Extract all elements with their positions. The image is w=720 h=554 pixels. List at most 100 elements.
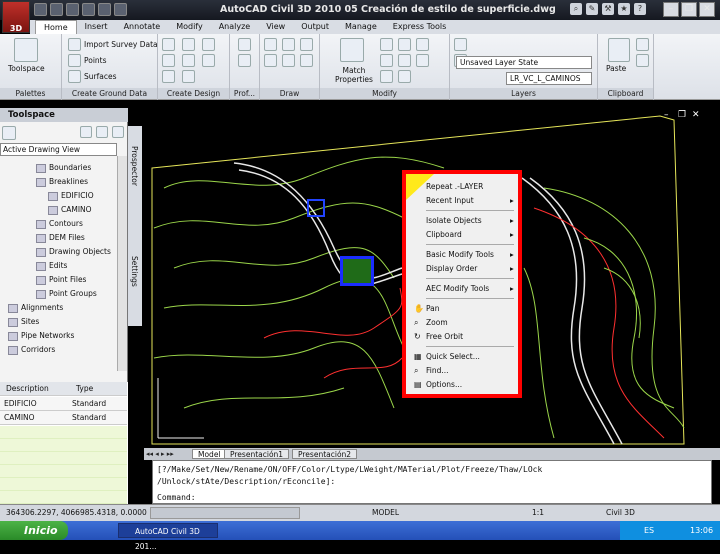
viewport-minimize-icon[interactable]: – [664, 110, 669, 120]
toolspace-option3-icon[interactable] [112, 126, 124, 138]
table-row[interactable]: CAMINO Standard [0, 411, 127, 425]
profile-view-icon[interactable] [238, 38, 251, 51]
tab-prospector[interactable]: Prospector [130, 146, 139, 186]
redo-icon[interactable] [114, 3, 127, 16]
menu-item-isolate-objects[interactable]: Isolate Objects ▸ [426, 216, 514, 225]
undo-icon[interactable] [98, 3, 111, 16]
import-survey-button[interactable]: Import Survey Data [84, 40, 158, 49]
layer-dropdown[interactable]: LR_VC_L_CAMINOS [506, 72, 592, 85]
tools-icon[interactable]: ✎ [586, 3, 598, 15]
menu-item-find[interactable]: Find... [426, 366, 449, 375]
tab-presentacion2[interactable]: Presentación2 [292, 449, 358, 459]
view-selector[interactable]: Active Drawing View [0, 143, 117, 156]
layer-state-dropdown[interactable]: Unsaved Layer State [456, 56, 592, 69]
pipe-icon[interactable] [202, 54, 215, 67]
intersection-icon[interactable] [162, 70, 175, 83]
points-button[interactable]: Points [84, 56, 107, 65]
tree-item-point-files[interactable]: Point Files [36, 275, 86, 285]
table-row[interactable]: EDIFICIO Standard [0, 397, 127, 411]
paste-button[interactable]: Paste [606, 64, 626, 73]
new-icon[interactable] [34, 3, 47, 16]
viewport-close-icon[interactable]: ✕ [692, 110, 700, 120]
cut-icon[interactable] [636, 38, 649, 51]
search-icon[interactable]: ⌕ [570, 3, 582, 15]
tab-settings[interactable]: Settings [130, 256, 139, 287]
menu-item-options[interactable]: Options... [426, 380, 462, 389]
layer-properties-icon[interactable] [454, 38, 467, 51]
erase-icon[interactable] [380, 70, 393, 83]
tree-item-edits[interactable]: Edits [36, 261, 67, 271]
toolspace-option2-icon[interactable] [96, 126, 108, 138]
wrench-icon[interactable]: ⚒ [602, 3, 614, 15]
alignment-icon[interactable] [162, 38, 175, 51]
copy-clip-icon[interactable] [636, 54, 649, 67]
copy-icon[interactable] [416, 38, 429, 51]
tree-item-pipe-networks[interactable]: Pipe Networks [8, 331, 74, 341]
close-button[interactable]: ✕ [699, 2, 715, 17]
tree-item-corridors[interactable]: Corridors [8, 345, 55, 355]
tree-item-sites[interactable]: Sites [8, 317, 39, 327]
restore-button[interactable]: ❐ [681, 2, 697, 17]
tree-item-contours[interactable]: Contours [36, 219, 83, 229]
section-icon[interactable] [238, 54, 251, 67]
tree-item-drawing-objects[interactable]: Drawing Objects [36, 247, 111, 257]
tree-item-point-groups[interactable]: Point Groups [36, 289, 97, 299]
rotate-icon[interactable] [398, 38, 411, 51]
tab-insert[interactable]: Insert [77, 20, 116, 34]
offset-icon[interactable] [416, 54, 429, 67]
annotation-scale[interactable]: 1:1 [532, 508, 544, 517]
tab-home[interactable]: Home [35, 20, 77, 34]
toolspace-button[interactable]: Toolspace [8, 64, 45, 73]
menu-item-free-orbit[interactable]: Free Orbit [426, 332, 463, 341]
hatch-icon[interactable] [300, 54, 313, 67]
viewport-restore-icon[interactable]: ❐ [678, 110, 686, 120]
save-icon[interactable] [66, 3, 79, 16]
tab-analyze[interactable]: Analyze [211, 20, 259, 34]
menu-item-basic-modify-tools[interactable]: Basic Modify Tools ▸ [426, 250, 514, 259]
tab-view[interactable]: View [258, 20, 293, 34]
tab-modify[interactable]: Modify [168, 20, 211, 34]
help-icon[interactable]: ? [634, 3, 646, 15]
model-toggle[interactable]: MODEL [372, 508, 399, 517]
rectangle-icon[interactable] [282, 54, 295, 67]
move-icon[interactable] [380, 38, 393, 51]
menu-item-recent-input[interactable]: Recent Input ▸ [426, 196, 514, 205]
toolspace-scrollbar[interactable] [117, 156, 127, 371]
workspace-switcher[interactable]: Civil 3D [606, 508, 635, 517]
tab-model[interactable]: Model [192, 449, 227, 459]
drafting-toggles[interactable] [150, 507, 300, 519]
tab-annotate[interactable]: Annotate [116, 20, 169, 34]
assembly-icon[interactable] [182, 70, 195, 83]
tab-manage[interactable]: Manage [337, 20, 385, 34]
menu-item-aec-modify-tools[interactable]: AEC Modify Tools ▸ [426, 284, 514, 293]
tree-item-breaklines[interactable]: Breaklines [36, 177, 88, 187]
arc-icon[interactable] [300, 38, 313, 51]
tab-output[interactable]: Output [293, 20, 337, 34]
tab-presentacion1[interactable]: Presentación1 [224, 449, 290, 459]
profile-icon[interactable] [182, 38, 195, 51]
trim-icon[interactable] [380, 54, 393, 67]
tab-nav-arrows[interactable]: ◂◂ ◂ ▸ ▸▸ [146, 448, 190, 460]
menu-item-clipboard[interactable]: Clipboard ▸ [426, 230, 514, 239]
minimize-button[interactable]: – [663, 2, 679, 17]
app-menu-button[interactable]: 3D [2, 1, 30, 33]
taskbar-item-autocad[interactable]: AutoCAD Civil 3D 201... [118, 523, 218, 551]
menu-item-zoom[interactable]: Zoom [426, 318, 448, 327]
menu-item-repeat[interactable]: Repeat .-LAYER [426, 182, 483, 191]
line-icon[interactable] [264, 38, 277, 51]
mirror-icon[interactable] [398, 54, 411, 67]
menu-item-pan[interactable]: Pan [426, 304, 440, 313]
tree-item-camino[interactable]: CAMINO [48, 205, 92, 215]
grading-icon[interactable] [162, 54, 175, 67]
menu-item-quick-select[interactable]: Quick Select... [426, 352, 480, 361]
open-icon[interactable] [50, 3, 63, 16]
toolspace-icon[interactable] [14, 38, 38, 62]
toolspace-option-icon[interactable] [80, 126, 92, 138]
start-button[interactable]: Inicio [0, 521, 68, 540]
circle-icon[interactable] [264, 54, 277, 67]
tab-express-tools[interactable]: Express Tools [385, 20, 455, 34]
parcel-icon[interactable] [182, 54, 195, 67]
command-line[interactable]: [?/Make/Set/New/Rename/ON/OFF/Color/Ltyp… [152, 460, 712, 504]
match-properties-button[interactable]: Match Properties [334, 66, 374, 84]
tree-item-edificio[interactable]: EDIFICIO [48, 191, 94, 201]
